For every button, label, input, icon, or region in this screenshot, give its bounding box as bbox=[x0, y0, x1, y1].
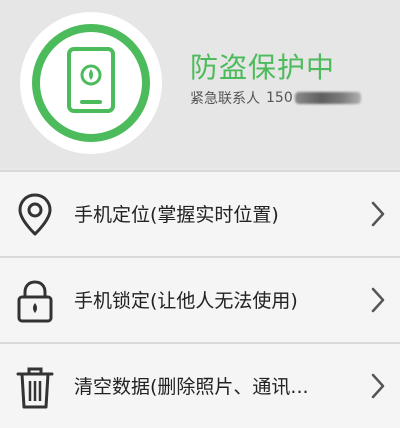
chevron-right-icon bbox=[371, 287, 385, 313]
anti-theft-menu: 手机定位(掌握实时位置) 手机锁定(让他人无法使用) 清空数据(删除照片、通讯.… bbox=[0, 170, 400, 428]
menu-item-label: 手机定位(掌握实时位置) bbox=[74, 204, 279, 226]
menu-item-lock-phone[interactable]: 手机锁定(让他人无法使用) bbox=[0, 256, 400, 342]
location-pin-icon bbox=[18, 193, 52, 236]
emergency-contact-label: 紧急联系人 bbox=[190, 91, 260, 107]
menu-item-label: 清空数据(删除照片、通讯... bbox=[74, 376, 309, 398]
chevron-right-icon bbox=[371, 201, 385, 227]
phone-shield-icon bbox=[67, 47, 115, 113]
menu-item-locate-phone[interactable]: 手机定位(掌握实时位置) bbox=[0, 170, 400, 256]
redacted-number-blur bbox=[294, 92, 361, 104]
trash-icon bbox=[16, 367, 54, 409]
chevron-right-icon bbox=[371, 373, 385, 399]
padlock-icon bbox=[17, 280, 53, 323]
emergency-contact-number: 150 bbox=[266, 90, 293, 106]
menu-item-label: 手机锁定(让他人无法使用) bbox=[74, 290, 298, 312]
protection-status-header: 防盗保护中 紧急联系人 150 bbox=[0, 0, 400, 168]
emergency-contact: 紧急联系人 150 bbox=[190, 88, 361, 108]
menu-item-wipe-data[interactable]: 清空数据(删除照片、通讯... bbox=[0, 342, 400, 428]
protection-status-title: 防盗保护中 bbox=[190, 51, 336, 84]
